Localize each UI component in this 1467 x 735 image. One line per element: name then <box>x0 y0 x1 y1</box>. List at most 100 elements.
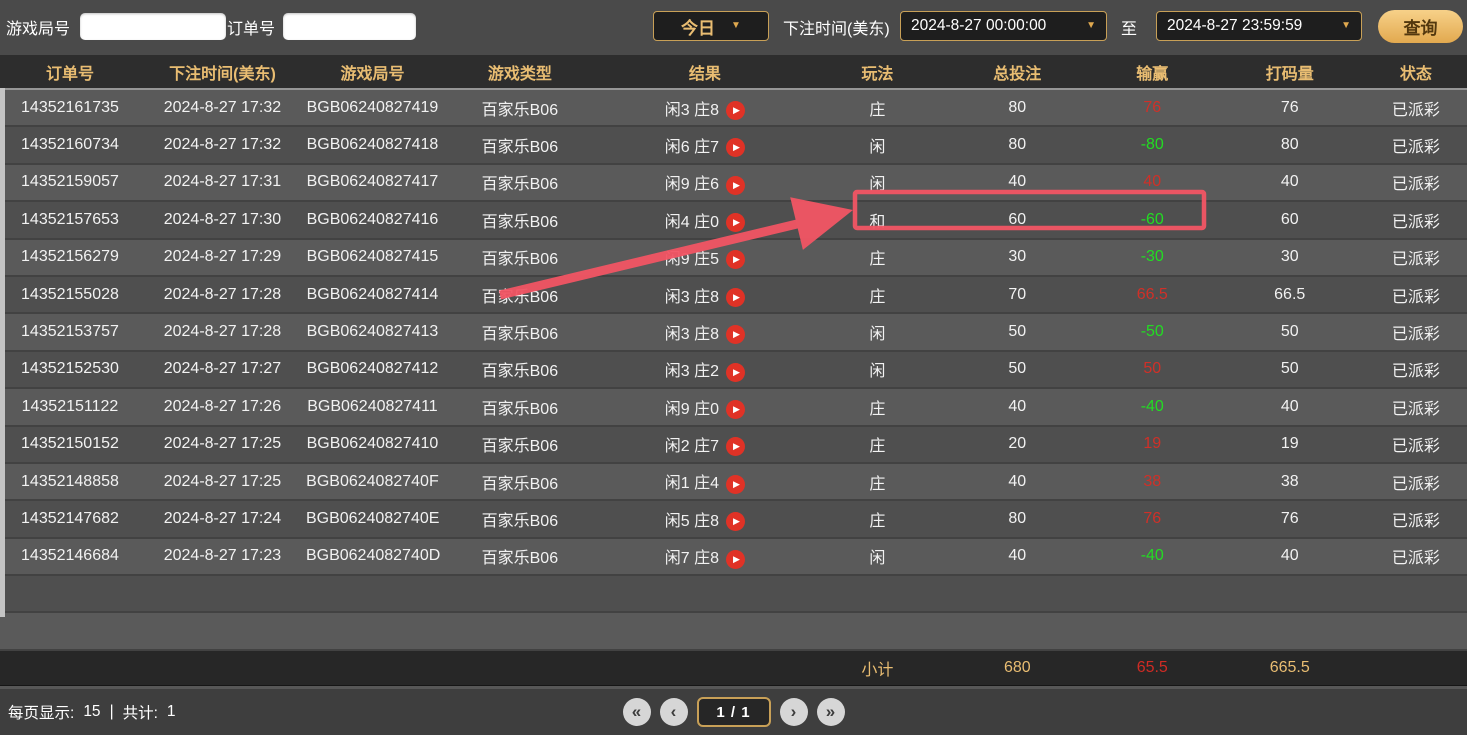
cell-total-bet: 80 <box>945 500 1090 537</box>
cell-round-no: BGB06240827418 <box>305 126 440 163</box>
bottom-bar: 每页显示: 15 | 共计: 1 « ‹ 1 / 1 › » <box>0 689 1467 735</box>
result-score: 闲3 庄8 <box>665 102 719 119</box>
cell-status: 已派彩 <box>1365 426 1467 463</box>
replay-play-icon[interactable]: ▶ <box>726 363 745 382</box>
cell-bet-time: 2024-8-27 17:32 <box>140 89 305 126</box>
cell-total-bet: 70 <box>945 276 1090 313</box>
play-glyph: ▶ <box>731 143 740 152</box>
prev-page-button[interactable]: ‹ <box>660 698 688 726</box>
cell-bet-time: 2024-8-27 17:25 <box>140 463 305 500</box>
col-play-type: 玩法 <box>810 55 945 89</box>
cell-play-type: 庄 <box>810 463 945 500</box>
col-win-loss: 输赢 <box>1090 55 1215 89</box>
page-indicator: 1 / 1 <box>697 697 771 727</box>
replay-play-icon[interactable]: ▶ <box>726 138 745 157</box>
cell-total-bet: 60 <box>945 201 1090 238</box>
order-no-input[interactable] <box>283 13 416 40</box>
cell-order-no: 14352146684 <box>0 538 140 575</box>
cell-turnover: 19 <box>1215 426 1365 463</box>
cell-order-no: 14352157653 <box>0 201 140 238</box>
cell-result: 闲7 庄8▶ <box>600 538 810 575</box>
cell-result: 闲3 庄8 ▶ <box>600 89 810 126</box>
first-page-button[interactable]: « <box>623 698 651 726</box>
cell-play-type: 庄 <box>810 276 945 313</box>
cell-win-loss: -40 <box>1090 388 1215 425</box>
table-row: 143521590572024-8-27 17:31BGB06240827417… <box>0 164 1467 201</box>
cell-turnover: 80 <box>1215 126 1365 163</box>
result-score: 闲9 庄0 <box>665 401 719 418</box>
date-to-value: 2024-8-27 23:59:59 <box>1167 17 1302 35</box>
replay-play-icon[interactable]: ▶ <box>726 400 745 419</box>
replay-play-icon[interactable]: ▶ <box>726 288 745 307</box>
col-game-type: 游戏类型 <box>440 55 600 89</box>
bet-records-table: 订单号 下注时间(美东) 游戏局号 游戏类型 结果 玩法 总投注 输赢 打码量 … <box>0 55 1467 722</box>
play-glyph: ▶ <box>731 255 740 264</box>
cell-turnover: 76 <box>1215 89 1365 126</box>
cell-win-loss: -30 <box>1090 239 1215 276</box>
date-from-dropdown[interactable]: 2024-8-27 00:00:00 ▼ <box>900 11 1107 41</box>
cell-order-no: 14352148858 <box>0 463 140 500</box>
subtotal-bet: 680 <box>945 650 1090 686</box>
replay-play-icon[interactable]: ▶ <box>726 475 745 494</box>
replay-play-icon[interactable]: ▶ <box>726 512 745 531</box>
cell-status: 已派彩 <box>1365 126 1467 163</box>
cell-total-bet: 80 <box>945 126 1090 163</box>
result-score: 闲9 庄5 <box>665 251 719 268</box>
cell-result: 闲9 庄0 ▶ <box>600 388 810 425</box>
replay-play-icon[interactable]: ▶ <box>726 176 745 195</box>
cell-play-type: 和 <box>810 201 945 238</box>
cell-round-no: BGB06240827413 <box>305 313 440 350</box>
replay-play-icon[interactable]: ▶ <box>726 101 745 120</box>
replay-play-icon[interactable]: ▶ <box>726 437 745 456</box>
replay-play-icon[interactable]: ▶ <box>726 325 745 344</box>
table-row: 143521476822024-8-27 17:24BGB0624082740E… <box>0 500 1467 537</box>
page-info-separator: | <box>110 703 114 721</box>
cell-win-loss: 76 <box>1090 89 1215 126</box>
cell-status: 已派彩 <box>1365 388 1467 425</box>
replay-play-icon[interactable]: ▶ <box>726 213 745 232</box>
date-to-dropdown[interactable]: 2024-8-27 23:59:59 ▼ <box>1156 11 1362 41</box>
page-size-label: 每页显示: <box>8 701 74 723</box>
replay-play-icon[interactable]: ▶ <box>726 550 745 569</box>
quick-range-value: 今日 <box>681 14 715 39</box>
cell-round-no: BGB06240827417 <box>305 164 440 201</box>
game-round-label: 游戏局号 <box>6 0 70 54</box>
cell-total-bet: 30 <box>945 239 1090 276</box>
cell-status: 已派彩 <box>1365 164 1467 201</box>
cell-total-bet: 40 <box>945 388 1090 425</box>
cell-play-type: 庄 <box>810 89 945 126</box>
replay-play-icon[interactable]: ▶ <box>726 250 745 269</box>
cell-total-bet: 50 <box>945 313 1090 350</box>
cell-order-no: 14352151122 <box>0 388 140 425</box>
cell-total-bet: 40 <box>945 538 1090 575</box>
cell-turnover: 76 <box>1215 500 1365 537</box>
cell-order-no: 14352156279 <box>0 239 140 276</box>
cell-bet-time: 2024-8-27 17:31 <box>140 164 305 201</box>
result-score: 闲3 庄8 <box>665 289 719 306</box>
pagination: « ‹ 1 / 1 › » <box>623 689 845 735</box>
game-round-input[interactable] <box>80 13 226 40</box>
cell-result: 闲2 庄7▶ <box>600 426 810 463</box>
cell-game-type: 百家乐B06 <box>440 388 600 425</box>
col-status: 状态 <box>1365 55 1467 89</box>
cell-result: 闲9 庄6▶ <box>600 164 810 201</box>
cell-win-loss: 19 <box>1090 426 1215 463</box>
cell-order-no: 14352159057 <box>0 164 140 201</box>
col-round-no: 游戏局号 <box>305 55 440 89</box>
query-button[interactable]: 查询 <box>1378 10 1463 43</box>
cell-result: 闲3 庄8 ▶ <box>600 276 810 313</box>
cell-status: 已派彩 <box>1365 463 1467 500</box>
next-page-button[interactable]: › <box>780 698 808 726</box>
date-range-to-label: 至 <box>1121 0 1137 54</box>
result-score: 闲5 庄8 <box>665 513 719 530</box>
cell-game-type: 百家乐B06 <box>440 500 600 537</box>
cell-order-no: 14352155028 <box>0 276 140 313</box>
quick-range-dropdown[interactable]: 今日 ▼ <box>653 11 769 41</box>
cell-bet-time: 2024-8-27 17:28 <box>140 313 305 350</box>
last-page-button[interactable]: » <box>817 698 845 726</box>
play-glyph: ▶ <box>731 106 740 115</box>
cell-order-no: 14352147682 <box>0 500 140 537</box>
result-score: 闲6 庄7 <box>665 139 719 156</box>
result-score: 闲4 庄0 <box>665 214 719 231</box>
page-size-value: 15 <box>83 703 100 721</box>
